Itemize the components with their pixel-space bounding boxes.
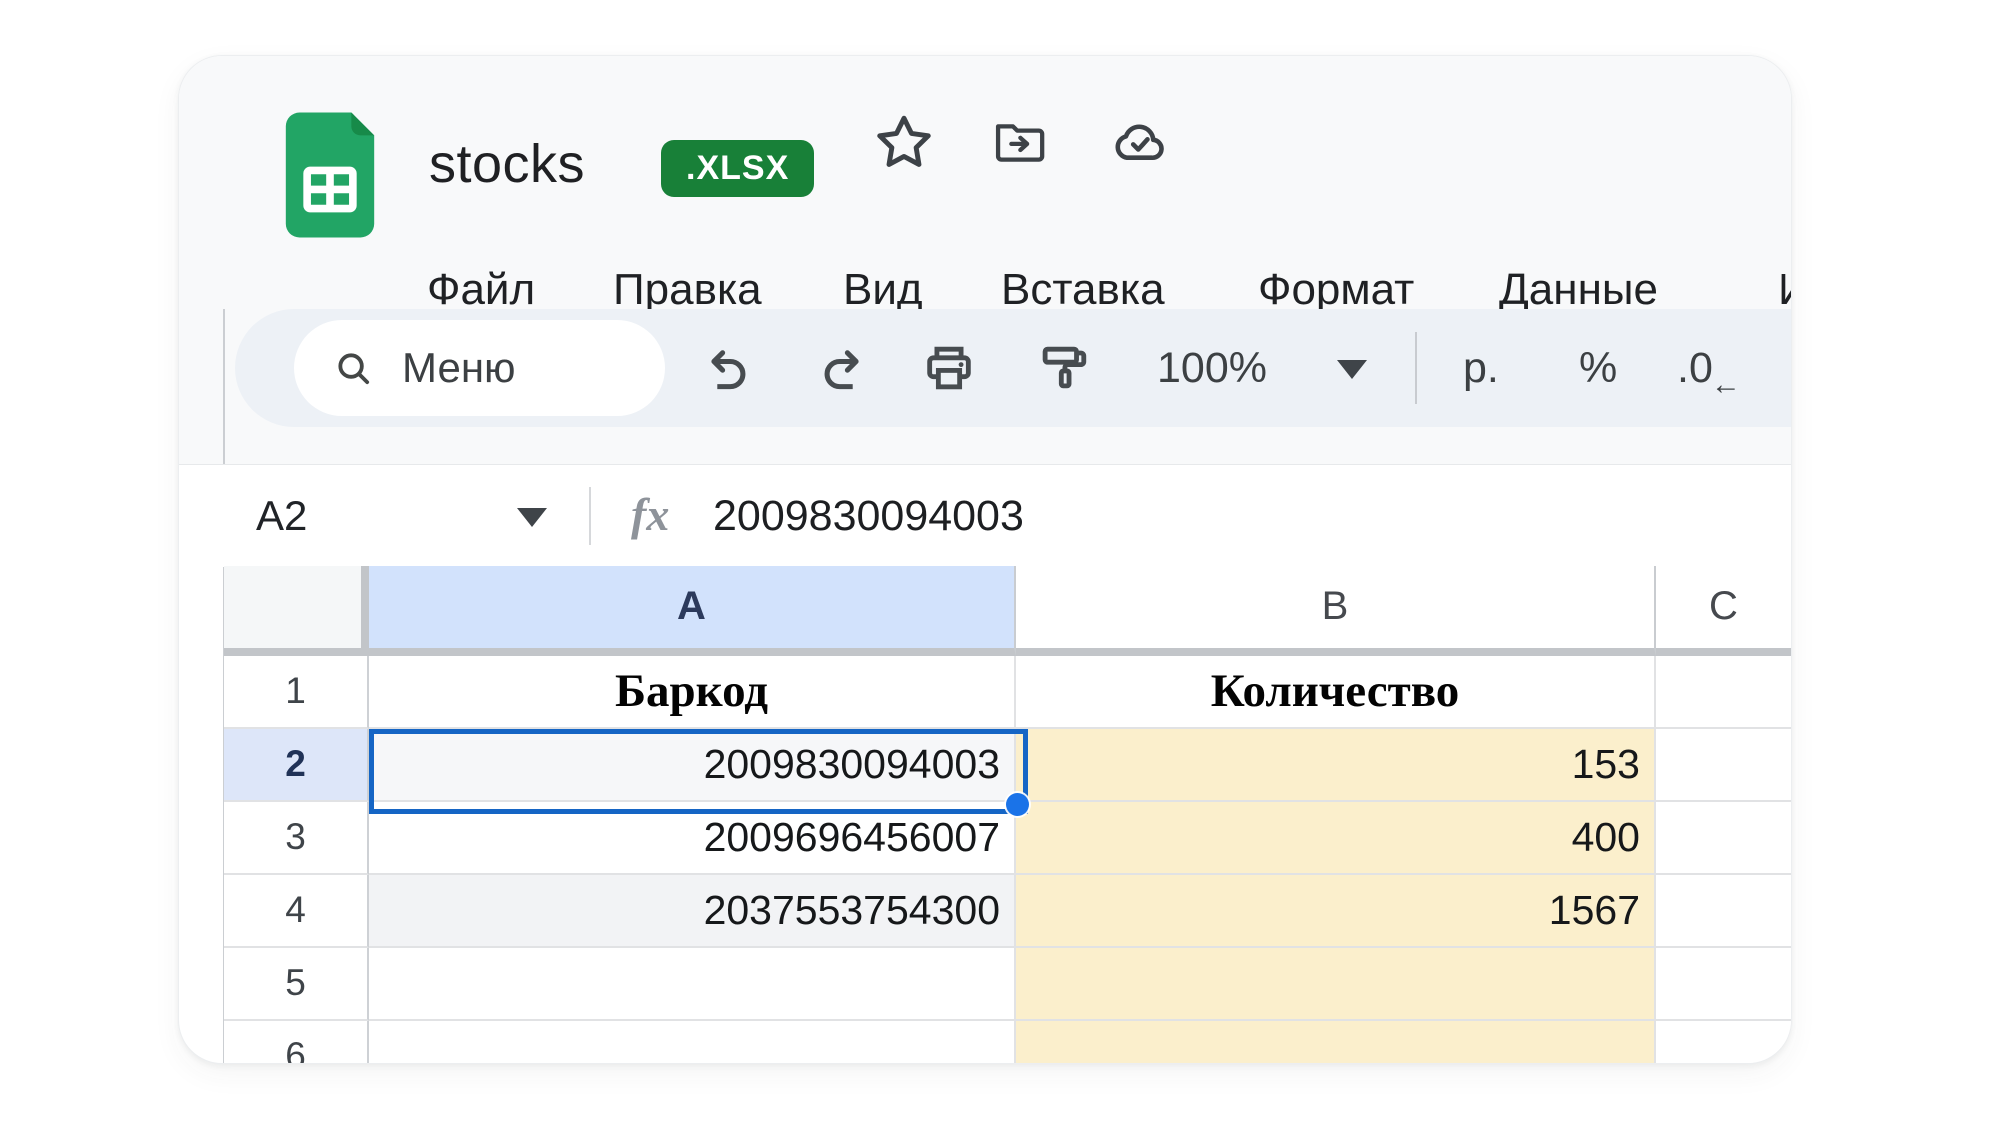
column-header-c[interactable]: C [1656, 566, 1791, 656]
cell-C2[interactable] [1656, 729, 1791, 802]
menus-search-label: Меню [402, 344, 516, 392]
cell-B6[interactable] [1016, 1021, 1656, 1063]
row-header-2[interactable]: 2 [224, 729, 369, 802]
search-icon [330, 345, 376, 391]
decrease-decimal-label: .0 [1677, 344, 1713, 392]
formula-bar-divider [589, 487, 591, 545]
xlsx-format-badge: .XLSX [661, 140, 814, 197]
cell-A1[interactable]: Баркод [369, 656, 1016, 729]
row-header-1[interactable]: 1 [224, 656, 369, 729]
cell-A6[interactable] [369, 1021, 1016, 1063]
format-currency-button[interactable]: р. [1463, 309, 1499, 427]
google-sheets-logo-icon[interactable] [284, 111, 376, 239]
toolbar: Меню [235, 309, 1791, 427]
move-to-folder-button[interactable] [989, 116, 1049, 170]
cell-A5[interactable] [369, 948, 1016, 1021]
paint-roller-icon [1034, 339, 1092, 397]
redo-icon [815, 339, 873, 397]
formula-bar: A2 fx 2009830094003 [179, 464, 1791, 567]
document-title[interactable]: stocks [429, 132, 585, 196]
toolbar-divider [1415, 332, 1417, 404]
name-box[interactable]: A2 [256, 465, 307, 567]
cell-B2[interactable]: 153 [1016, 729, 1656, 802]
decrease-decimal-button[interactable]: .0← [1677, 309, 1741, 427]
cell-C1[interactable] [1656, 656, 1791, 729]
format-percent-button[interactable]: % [1579, 309, 1617, 427]
print-icon [920, 339, 978, 397]
fill-handle[interactable] [1006, 793, 1029, 816]
redo-button[interactable] [815, 339, 873, 397]
undo-button[interactable] [697, 339, 755, 397]
cloud-saved-status[interactable] [1107, 113, 1171, 171]
cell-C5[interactable] [1656, 948, 1791, 1021]
paint-format-button[interactable] [1034, 339, 1092, 397]
zoom-select[interactable]: 100% [1157, 309, 1267, 427]
row-header-5[interactable]: 5 [224, 948, 369, 1021]
star-icon [873, 111, 935, 173]
column-header-a[interactable]: A [369, 566, 1016, 656]
cell-B4[interactable]: 1567 [1016, 875, 1656, 948]
print-button[interactable] [920, 339, 978, 397]
zoom-dropdown-arrow-icon[interactable] [1337, 360, 1367, 379]
decrease-decimal-arrow-icon: ← [1711, 368, 1741, 401]
column-header-b[interactable]: B [1016, 566, 1656, 656]
undo-icon [697, 339, 755, 397]
spreadsheet-window: stocks .XLSX Файл Правка Вид Вставка Фор… [178, 55, 1792, 1064]
row-header-6[interactable]: 6 [224, 1021, 369, 1063]
select-all-corner[interactable] [224, 566, 369, 656]
row-header-4[interactable]: 4 [224, 875, 369, 948]
menus-search-button[interactable]: Меню [294, 320, 665, 416]
cell-C6[interactable] [1656, 1021, 1791, 1063]
row-header-3[interactable]: 3 [224, 802, 369, 875]
cell-B5[interactable] [1016, 948, 1656, 1021]
cell-B1[interactable]: Количество [1016, 656, 1656, 729]
cell-A4[interactable]: 2037553754300 [369, 875, 1016, 948]
spreadsheet-grid: A B C 1 Баркод Количество 2 200983009400… [224, 566, 1791, 1063]
star-button[interactable] [873, 111, 935, 173]
folder-move-icon [989, 116, 1049, 170]
cell-C4[interactable] [1656, 875, 1791, 948]
cloud-check-icon [1107, 113, 1171, 171]
name-box-dropdown-arrow-icon[interactable] [517, 508, 547, 527]
fx-icon: fx [631, 465, 669, 565]
formula-input[interactable]: 2009830094003 [713, 465, 1024, 567]
cell-C3[interactable] [1656, 802, 1791, 875]
cell-B3[interactable]: 400 [1016, 802, 1656, 875]
selected-cell-outline [369, 729, 1028, 814]
